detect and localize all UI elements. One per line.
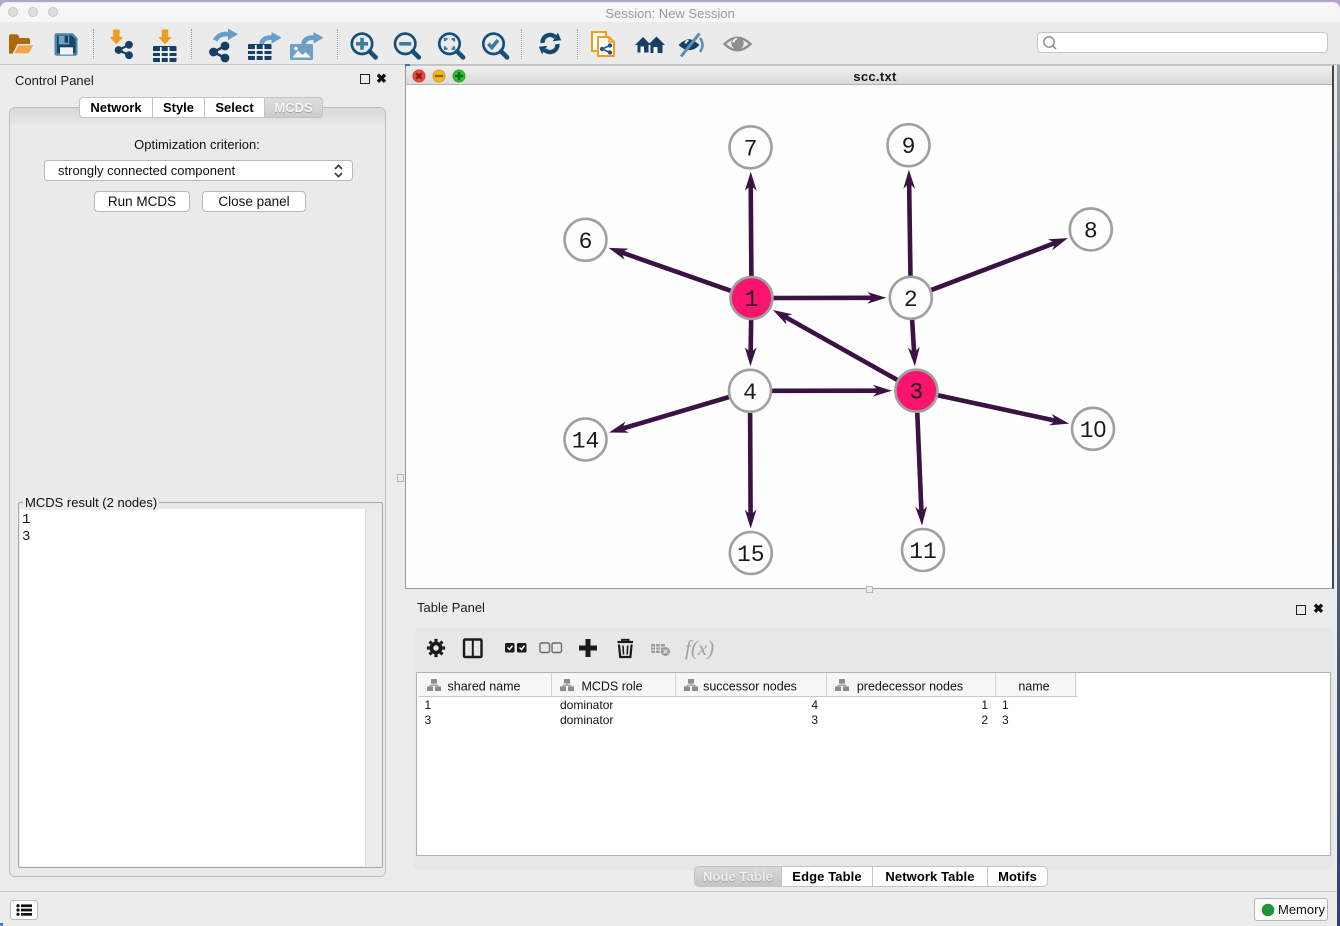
svg-text:1: 1 xyxy=(744,287,758,313)
svg-text:f(x): f(x) xyxy=(685,636,714,660)
svg-text:15: 15 xyxy=(736,542,764,568)
svg-text:10: 10 xyxy=(1079,415,1106,443)
svg-text:predecessor nodes: predecessor nodes xyxy=(857,679,963,693)
svg-text:14: 14 xyxy=(571,428,599,454)
svg-text:9: 9 xyxy=(901,134,915,160)
svg-text:successor nodes: successor nodes xyxy=(703,679,797,693)
svg-text:3: 3 xyxy=(909,379,923,405)
svg-text:name: name xyxy=(1018,679,1049,693)
svg-text:4: 4 xyxy=(743,379,757,405)
svg-text:MCDS role: MCDS role xyxy=(581,679,642,693)
svg-text:shared name: shared name xyxy=(448,679,521,693)
svg-text:7: 7 xyxy=(743,136,757,162)
svg-text:8: 8 xyxy=(1083,218,1097,244)
svg-text:2: 2 xyxy=(903,286,917,312)
svg-text:6: 6 xyxy=(578,228,592,254)
svg-text:11: 11 xyxy=(909,539,937,565)
